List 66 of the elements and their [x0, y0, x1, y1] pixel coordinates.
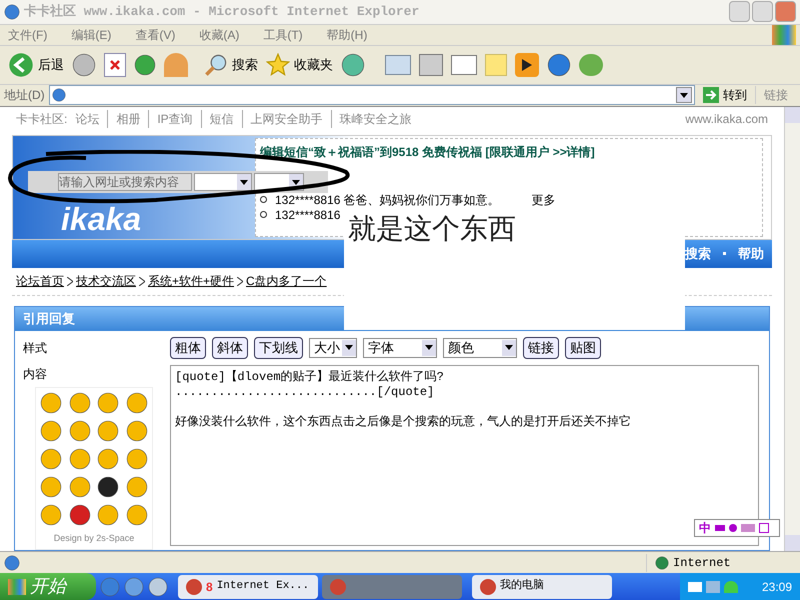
- zone-label: Internet: [673, 554, 731, 572]
- menu-item[interactable]: 编辑(E): [67, 26, 116, 44]
- breadcrumb-link[interactable]: 论坛首页: [16, 272, 64, 290]
- stop-icon[interactable]: [104, 52, 126, 77]
- address-label: 地址(D): [4, 87, 45, 104]
- nav-link[interactable]: 搜索: [685, 244, 711, 264]
- caret-icon[interactable]: [422, 340, 436, 356]
- window-title: 卡卡社区 www.ikaka.com - Microsoft Internet Explorer: [24, 3, 420, 21]
- chevron-icon: [237, 276, 244, 286]
- more-link[interactable]: 更多: [532, 192, 556, 207]
- content-label: 内容: [23, 366, 48, 383]
- search-input[interactable]: 请输入网址或搜索内容: [58, 173, 192, 191]
- design-credit: Design by 2s-Space: [52, 532, 136, 545]
- ime-mode[interactable]: 中: [699, 519, 711, 538]
- nav-link[interactable]: 帮助: [738, 244, 764, 264]
- clock: 23:09: [762, 578, 792, 596]
- caret-icon[interactable]: [342, 340, 356, 356]
- chevron-icon: [67, 276, 73, 286]
- style-label: 样式: [22, 340, 48, 357]
- close-button[interactable]: [775, 1, 796, 22]
- format-button[interactable]: 粗体: [170, 337, 206, 359]
- favorites-button[interactable]: 收藏夹: [266, 52, 333, 77]
- site-nav-link[interactable]: 珠峰安全之旅: [330, 110, 412, 128]
- format-button[interactable]: 链接: [523, 337, 559, 359]
- caret-icon[interactable]: [502, 340, 516, 356]
- format-select[interactable]: 字体: [363, 338, 437, 358]
- format-button[interactable]: 斜体: [212, 337, 248, 359]
- media-player-icon[interactable]: [515, 52, 539, 77]
- breadcrumb-link[interactable]: C盘内多了一个: [246, 272, 327, 290]
- address-field[interactable]: [48, 85, 695, 106]
- ticker-message[interactable]: 132****8816: [275, 208, 340, 222]
- back-button[interactable]: 后退: [8, 52, 64, 78]
- site-nav-link[interactable]: 相册: [107, 110, 140, 128]
- menu-item[interactable]: 文件(F): [4, 26, 52, 44]
- format-button[interactable]: 下划线: [254, 337, 303, 359]
- site-nav-link[interactable]: 上网安全助手: [242, 110, 323, 128]
- breadcrumb-link[interactable]: 技术交流区: [76, 272, 136, 290]
- breadcrumb-link[interactable]: 系统+软件+硬件: [148, 272, 234, 290]
- search-button[interactable]: 搜索: [204, 52, 258, 77]
- panel-title: 引用回复: [23, 310, 75, 328]
- chevron-icon: [139, 276, 145, 286]
- taskbar-button[interactable]: 我的电脑: [472, 574, 612, 598]
- go-button[interactable]: 转到: [699, 86, 751, 104]
- site-nav-label: 卡卡社区:: [16, 110, 68, 128]
- dropdown[interactable]: [194, 173, 252, 191]
- annotation-text: 就是这个东西: [347, 214, 516, 245]
- site-nav-link[interactable]: IP查询: [148, 110, 193, 128]
- ticker-message[interactable]: 132****8816 爸爸、妈妈祝你们万事如意。: [275, 192, 500, 207]
- format-select[interactable]: 大小: [309, 338, 357, 358]
- menu-item[interactable]: 收藏(A): [195, 26, 244, 44]
- star-icon[interactable]: [266, 52, 290, 77]
- menu-item[interactable]: 查看(V): [131, 26, 180, 44]
- taskbar-button[interactable]: 8 Internet Ex...: [178, 574, 318, 598]
- format-select[interactable]: 颜色: [443, 338, 517, 358]
- site-nav-link[interactable]: 论坛: [75, 110, 100, 128]
- scrollbar[interactable]: [784, 106, 800, 552]
- caret-icon[interactable]: [676, 87, 692, 104]
- format-button[interactable]: 贴图: [565, 337, 601, 359]
- caret-icon[interactable]: [237, 174, 251, 190]
- menu-item[interactable]: 帮助(H): [322, 26, 372, 44]
- site-nav-link[interactable]: 短信: [200, 110, 234, 128]
- ime-toolbar[interactable]: 中: [694, 519, 780, 538]
- go-arrow-icon[interactable]: [703, 87, 719, 104]
- search-icon[interactable]: [204, 52, 228, 77]
- menu-item[interactable]: 工具(T): [259, 26, 307, 44]
- site-domain[interactable]: www.ikaka.com: [685, 110, 768, 128]
